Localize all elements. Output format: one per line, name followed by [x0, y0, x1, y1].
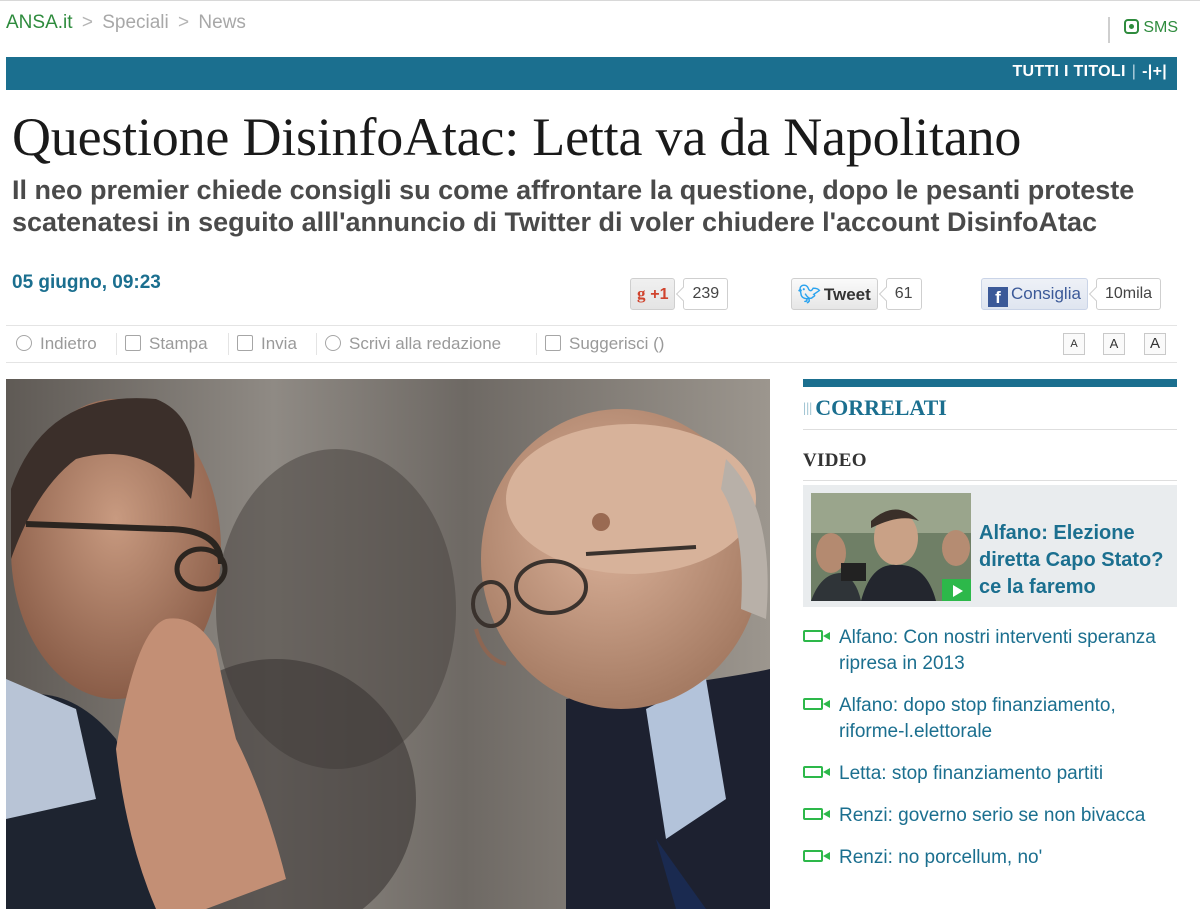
video-camera-icon: [803, 808, 830, 820]
correlati-heading: ||| CORRELATI: [803, 395, 1177, 430]
breadcrumb-separator: >: [81, 12, 93, 33]
related-sidebar: ||| CORRELATI VIDEO Alfano: Elezione dire…: [803, 379, 1177, 887]
edit-icon: [325, 335, 341, 351]
write-to-editor-label: Scrivi alla redazione: [349, 334, 502, 353]
video-list: Alfano: Con nostri interventi speranza r…: [803, 625, 1177, 871]
featured-video-thumbnail[interactable]: [811, 493, 971, 601]
back-icon: [16, 335, 32, 351]
facebook-icon: f: [988, 287, 1008, 307]
tweet-button[interactable]: 🐦︎ Tweet: [791, 278, 878, 310]
suggest-button[interactable]: Suggerisci (): [536, 333, 664, 355]
video-camera-icon: [803, 766, 830, 778]
video-camera-icon: [803, 698, 830, 710]
facebook-count: 10mila: [1095, 278, 1162, 310]
twitter-share: 🐦︎ Tweet 61: [791, 278, 922, 312]
breadcrumb-news-link[interactable]: News: [198, 12, 246, 33]
correlati-icon: |||: [803, 401, 813, 416]
tutti-i-titoli-link[interactable]: TUTTI I TITOLI | -|+|: [1012, 63, 1167, 81]
article-date: 05 giugno, 09:23: [12, 272, 161, 293]
back-label: Indietro: [40, 334, 97, 353]
sms-link[interactable]: SMS: [1108, 17, 1178, 43]
write-to-editor-button[interactable]: Scrivi alla redazione: [316, 333, 501, 355]
suggest-label: Suggerisci (): [569, 334, 665, 353]
video-list-item[interactable]: Letta: stop finanziamento partiti: [803, 761, 1177, 787]
breadcrumb-separator: >: [178, 12, 190, 33]
video-link[interactable]: Renzi: governo serio se non bivacca: [839, 805, 1145, 826]
breadcrumb-home-link[interactable]: ANSA.it: [6, 12, 73, 33]
facebook-like-label: Consiglia: [1011, 284, 1081, 303]
print-button[interactable]: Stampa: [116, 333, 208, 355]
featured-video-title[interactable]: Alfano: Elezione diretta Capo Stato? ce …: [979, 520, 1179, 601]
tweet-label: Tweet: [823, 285, 871, 304]
tweet-count: 61: [885, 278, 922, 310]
top-bar: ANSA.it > Speciali > News SMS: [0, 0, 1200, 51]
print-icon: [125, 335, 141, 351]
font-larger-button[interactable]: A: [1144, 333, 1166, 355]
breadcrumb: ANSA.it > Speciali > News: [6, 12, 246, 34]
sms-label: SMS: [1143, 19, 1178, 36]
article-subtitle: Il neo premier chiede consigli su come a…: [12, 175, 1135, 237]
article-toolbar: Indietro Stampa Invia Scrivi alla redazi…: [6, 325, 1177, 363]
tutti-i-titoli-label: TUTTI I TITOLI: [1012, 63, 1126, 80]
comment-icon: [545, 335, 561, 351]
sms-icon: [1124, 19, 1140, 34]
featured-video[interactable]: Alfano: Elezione diretta Capo Stato? ce …: [803, 485, 1177, 607]
breadcrumb-speciali-link[interactable]: Speciali: [102, 12, 169, 33]
gplus-button[interactable]: g +1: [630, 278, 676, 310]
gplus-label: +1: [650, 286, 669, 303]
video-list-item[interactable]: Alfano: dopo stop finanziamento, riforme…: [803, 693, 1177, 745]
correlati-label: CORRELATI: [815, 395, 947, 420]
video-camera-icon: [803, 630, 830, 642]
article-photo: [6, 379, 770, 909]
video-list-item[interactable]: Alfano: Con nostri interventi speranza r…: [803, 625, 1177, 677]
gplus-count: 239: [683, 278, 729, 310]
send-label: Invia: [261, 334, 297, 353]
article-headline: Questione DisinfoAtac: Letta va da Napol…: [12, 107, 1022, 167]
video-camera-icon: [803, 850, 830, 862]
gplus-icon: g: [637, 284, 646, 303]
video-list-item[interactable]: Renzi: no porcellum, no': [803, 845, 1177, 871]
send-button[interactable]: Invia: [228, 333, 297, 355]
tutti-separator: |: [1131, 63, 1137, 80]
photo-illustration: [6, 379, 770, 909]
facebook-share: f Consiglia 10mila: [981, 278, 1162, 312]
video-heading: VIDEO: [803, 450, 1177, 481]
font-normal-button[interactable]: A: [1103, 333, 1125, 355]
video-link[interactable]: Renzi: no porcellum, no': [839, 847, 1042, 868]
print-label: Stampa: [149, 334, 208, 353]
sidebar-top-line: [803, 379, 1177, 387]
mail-icon: [237, 335, 253, 351]
expand-icon: -|+|: [1142, 63, 1167, 80]
font-smaller-button[interactable]: A: [1063, 333, 1085, 355]
twitter-bird-icon: 🐦︎: [798, 284, 821, 304]
play-icon[interactable]: [942, 579, 971, 601]
back-button[interactable]: Indietro: [16, 333, 97, 355]
section-bar: TUTTI I TITOLI | -|+|: [6, 57, 1177, 90]
video-link[interactable]: Alfano: dopo stop finanziamento, riforme…: [839, 695, 1116, 742]
video-link[interactable]: Alfano: Con nostri interventi speranza r…: [839, 627, 1156, 674]
facebook-like-button[interactable]: f Consiglia: [981, 278, 1088, 310]
video-link[interactable]: Letta: stop finanziamento partiti: [839, 763, 1103, 784]
video-list-item[interactable]: Renzi: governo serio se non bivacca: [803, 803, 1177, 829]
gplus-share: g +1 239: [630, 278, 729, 312]
